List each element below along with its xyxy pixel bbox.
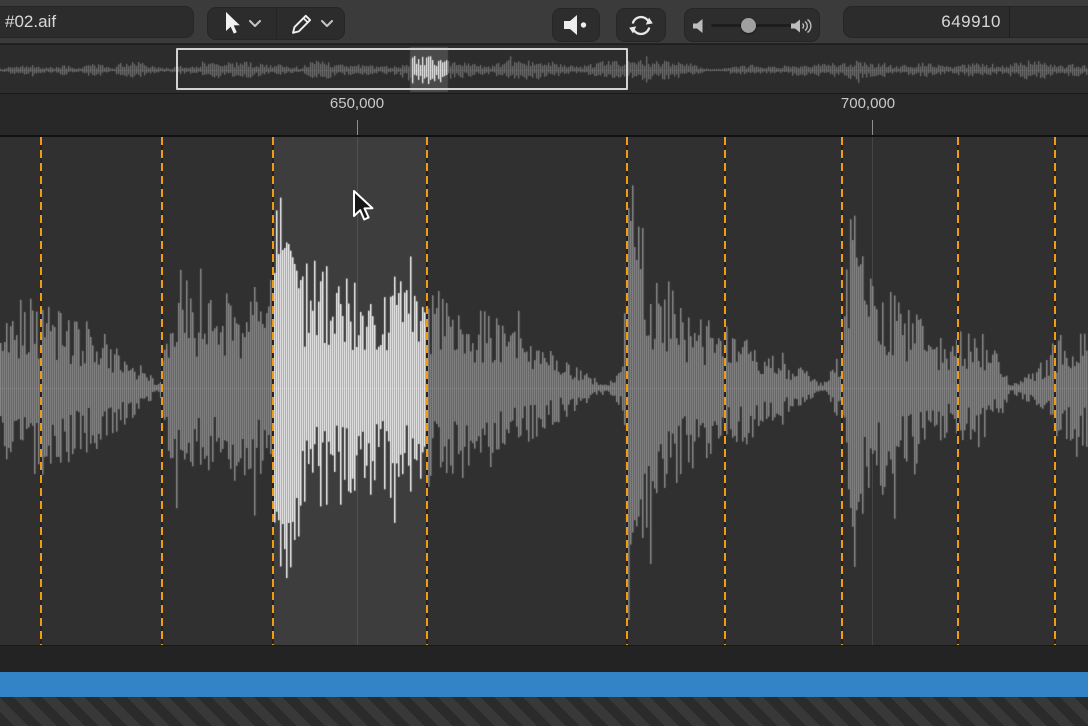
- volume-thumb[interactable]: [741, 18, 757, 33]
- ruler-tick: [357, 120, 358, 136]
- resize-texture-area: [0, 697, 1088, 726]
- ruler-tick: [872, 120, 873, 136]
- transient-marker[interactable]: [40, 137, 42, 645]
- transient-marker[interactable]: [1054, 137, 1056, 645]
- transient-marker[interactable]: [957, 137, 959, 645]
- loop-icon: [624, 9, 658, 41]
- position-field-divider: [1009, 7, 1010, 37]
- waveform-overview[interactable]: [0, 44, 1088, 94]
- prelisten-button[interactable]: [552, 8, 600, 42]
- transient-marker[interactable]: [272, 137, 274, 645]
- waveform-display[interactable]: [0, 135, 1088, 645]
- pencil-icon: [288, 11, 314, 37]
- file-name-label: #02.aif: [5, 12, 57, 31]
- pointer-tool-button[interactable]: [208, 8, 276, 39]
- file-name-field[interactable]: #02.aif: [0, 6, 194, 38]
- ruler-label: 650,000: [329, 95, 385, 112]
- transient-marker[interactable]: [626, 137, 628, 645]
- waveform-canvas[interactable]: [0, 137, 1088, 645]
- horizontal-scrollbar-thumb[interactable]: [0, 672, 1088, 697]
- audio-file-editor-window: #02.aif 649910 650,000 700,000: [0, 0, 1088, 726]
- transient-marker[interactable]: [161, 137, 163, 645]
- cycle-button[interactable]: [616, 8, 666, 42]
- transient-marker[interactable]: [426, 137, 428, 645]
- transient-marker[interactable]: [841, 137, 843, 645]
- speaker-loud-icon: [791, 18, 814, 34]
- bottom-spacer-strip: [0, 645, 1088, 672]
- sample-ruler[interactable]: 650,000 700,000: [0, 93, 1088, 136]
- pencil-tool-button[interactable]: [277, 8, 345, 39]
- pointer-icon: [223, 11, 242, 36]
- overview-visible-region[interactable]: [176, 48, 628, 90]
- ruler-label: 700,000: [840, 95, 896, 112]
- chevron-down-icon[interactable]: [248, 19, 261, 28]
- position-field[interactable]: 649910: [843, 6, 1088, 38]
- tool-selector-group: [207, 7, 345, 40]
- volume-slider[interactable]: [684, 8, 820, 42]
- speaker-quiet-icon: [692, 18, 706, 34]
- position-value: 649910: [941, 12, 1001, 31]
- toolbar: #02.aif 649910: [0, 0, 1088, 44]
- chevron-down-icon[interactable]: [320, 19, 333, 28]
- transient-marker[interactable]: [724, 137, 726, 645]
- speaker-with-dot-icon: [562, 12, 590, 38]
